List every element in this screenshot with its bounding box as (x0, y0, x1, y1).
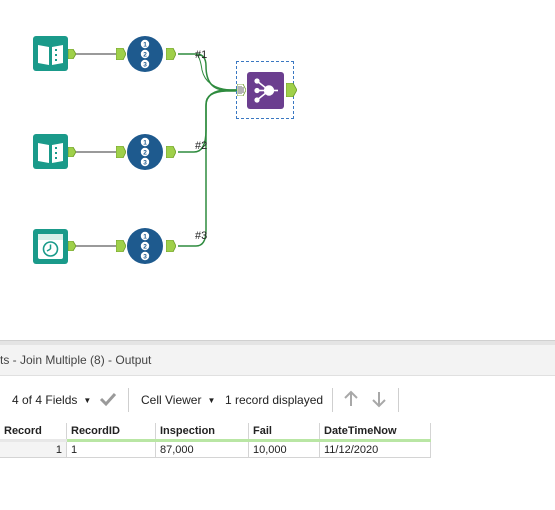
table-cell[interactable]: 11/12/2020 (319, 440, 431, 458)
svg-text:3: 3 (143, 254, 147, 261)
table-cell[interactable]: 10,000 (248, 440, 320, 458)
output-anchor[interactable] (68, 147, 76, 157)
svg-text:3: 3 (143, 62, 147, 69)
table-cell[interactable]: 87,000 (155, 440, 249, 458)
numbered-list-icon: 1 2 3 (127, 134, 163, 170)
record-id-tool-1[interactable]: 1 2 3 (127, 36, 163, 72)
fields-dropdown[interactable]: 4 of 4 Fields ▼ (12, 391, 91, 409)
connection-label-2: #2 (195, 140, 208, 152)
svg-text:3: 3 (143, 160, 147, 167)
date-time-now-tool[interactable] (33, 229, 68, 264)
toolbar-divider (128, 388, 129, 412)
checkmark-icon (99, 392, 117, 407)
scroll-down-button[interactable] (370, 390, 388, 408)
header-row: Record RecordID Inspection Fail DateTime… (0, 423, 431, 442)
input-data-tool-1[interactable] (33, 36, 68, 71)
output-anchor[interactable] (166, 240, 176, 252)
book-icon (33, 134, 68, 169)
column-header-inspection[interactable]: Inspection (155, 423, 249, 442)
column-header-recordid[interactable]: RecordID (66, 423, 156, 442)
connection-label-3: #3 (195, 230, 208, 242)
caret-down-icon: ▼ (207, 395, 216, 405)
numbered-list-icon: 1 2 3 (127, 228, 163, 264)
caret-down-icon: ▼ (83, 395, 92, 405)
connection-lines (70, 53, 238, 247)
output-anchor[interactable] (68, 241, 76, 251)
cell-viewer-label: Cell Viewer (141, 393, 202, 407)
connection-1 (178, 53, 238, 91)
connection-3 (178, 90, 238, 247)
numbered-list-icon: 1 2 3 (127, 36, 163, 72)
cell-viewer-dropdown[interactable]: Cell Viewer ▼ (141, 391, 215, 409)
multiple-input-anchor[interactable] (237, 84, 246, 96)
column-header-datetimenow[interactable]: DateTimeNow (319, 423, 431, 442)
results-toolbar: 4 of 4 Fields ▼ Cell Viewer ▼ 1 record dis… (0, 376, 555, 422)
input-anchor[interactable] (116, 48, 126, 60)
table-row[interactable]: 1 1 87,000 10,000 11/12/2020 (0, 440, 431, 458)
results-window-title: ts - Join Multiple (8) - Output (0, 353, 152, 367)
toolbar-divider (398, 388, 399, 412)
output-anchor[interactable] (68, 49, 76, 59)
output-anchor[interactable] (166, 146, 176, 158)
svg-text:1: 1 (143, 140, 147, 147)
svg-text:1: 1 (143, 234, 147, 241)
column-header-record[interactable]: Record (0, 423, 67, 442)
join-multiple-icon (247, 72, 284, 109)
apply-checkmark-button[interactable] (99, 390, 117, 408)
output-anchor[interactable] (286, 83, 297, 97)
connection-2 (178, 89, 238, 153)
clock-icon (33, 229, 68, 264)
record-id-tool-3[interactable]: 1 2 3 (127, 228, 163, 264)
record-id-tool-2[interactable]: 1 2 3 (127, 134, 163, 170)
output-anchor[interactable] (166, 48, 176, 60)
arrow-down-icon (372, 392, 386, 408)
connection-label-1: #1 (195, 49, 208, 61)
book-icon (33, 36, 68, 71)
record-count: 1 record displayed (225, 393, 324, 407)
results-grid[interactable]: Record RecordID Inspection Fail DateTime… (0, 423, 431, 458)
scroll-up-button[interactable] (342, 390, 360, 408)
arrow-up-icon (344, 390, 358, 406)
workflow-canvas[interactable]: 1 2 3 1 2 3 1 2 3 #1 #2 #3 (0, 0, 555, 340)
input-anchor[interactable] (116, 240, 126, 252)
toolbar-divider (332, 388, 333, 412)
results-window-title-bar: ts - Join Multiple (8) - Output (0, 345, 555, 376)
svg-text:2: 2 (143, 150, 147, 157)
input-anchor[interactable] (116, 146, 126, 158)
fields-dropdown-label: 4 of 4 Fields (12, 393, 78, 407)
svg-text:1: 1 (143, 42, 147, 49)
join-multiple-tool[interactable] (247, 72, 284, 109)
record-number-cell[interactable]: 1 (0, 440, 67, 458)
column-header-fail[interactable]: Fail (248, 423, 320, 442)
input-data-tool-2[interactable] (33, 134, 68, 169)
svg-text:2: 2 (143, 244, 147, 251)
table-cell[interactable]: 1 (66, 440, 156, 458)
svg-text:2: 2 (143, 52, 147, 59)
